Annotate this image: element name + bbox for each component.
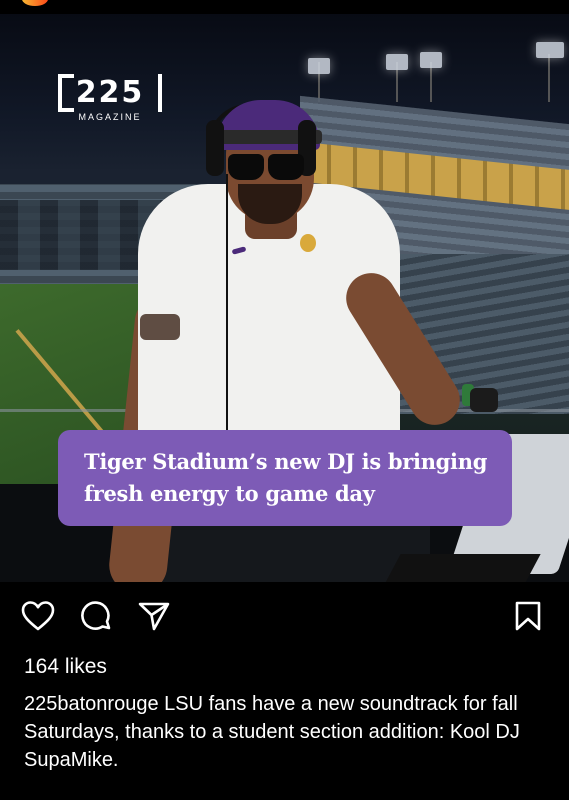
headline-banner: Tiger Stadium’s new DJ is bringing fresh…: [58, 430, 512, 526]
bookmark-icon[interactable]: [510, 598, 546, 634]
brand-logo: 225 MAGAZINE: [56, 74, 164, 124]
stadium-light: [420, 52, 442, 68]
light-pole: [548, 54, 550, 102]
brand-sub: MAGAZINE: [78, 112, 142, 122]
stadium-light: [308, 58, 330, 74]
headline-line-2: fresh energy to game day: [84, 481, 375, 506]
post-image[interactable]: 225 MAGAZINE Tiger Stadium’s new DJ is b…: [0, 14, 569, 582]
top-strip: [0, 0, 569, 14]
headline-line-1: Tiger Stadium’s new DJ is bringing: [84, 449, 488, 474]
sunglasses: [226, 154, 306, 182]
heart-icon[interactable]: [20, 598, 56, 634]
shirt-logo: [300, 234, 316, 252]
brand-number: 225: [58, 74, 162, 112]
send-icon[interactable]: [136, 598, 172, 634]
story-avatar-edge: [22, 0, 48, 6]
arm-tattoo: [140, 314, 180, 340]
light-pole: [430, 62, 432, 102]
post-caption: 225batonrouge LSU fans have a new soundt…: [24, 690, 554, 774]
headphone-left: [206, 120, 224, 176]
like-count[interactable]: 164 likes: [24, 655, 107, 679]
stadium-light: [386, 54, 408, 70]
laptop-keyboard: [379, 554, 541, 582]
watch: [470, 388, 498, 412]
post-actions: [0, 582, 569, 642]
caption-username[interactable]: 225batonrouge: [24, 693, 159, 715]
stadium-light: [536, 42, 564, 58]
headphone-cord: [226, 174, 228, 454]
comment-icon[interactable]: [78, 598, 114, 634]
